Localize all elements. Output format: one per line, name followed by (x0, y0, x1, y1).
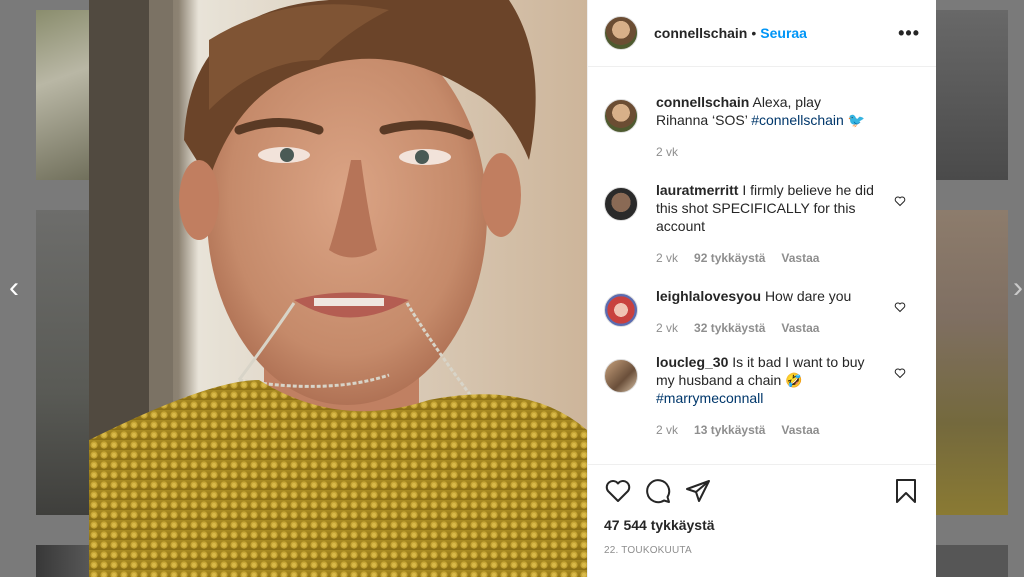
share-button[interactable] (684, 477, 712, 505)
caption-username[interactable]: connellschain (656, 94, 749, 110)
comment-button[interactable] (644, 477, 672, 505)
separator-dot: • (751, 25, 757, 41)
comments-list: connellschain Alexa, play Rihanna ‘SOS’ … (588, 67, 936, 464)
feed-thumbnail (936, 10, 1008, 180)
likes-count[interactable]: 47 544 tykkäystä (604, 517, 920, 533)
comment-hashtag[interactable]: #marrymeconnall (656, 390, 763, 406)
post-photo (89, 0, 587, 577)
comment-time[interactable]: 2 vk (656, 249, 678, 267)
heart-icon[interactable] (894, 301, 906, 313)
previous-post-arrow[interactable]: ‹ (4, 273, 24, 303)
avatar[interactable] (604, 359, 638, 393)
feed-thumbnail (936, 210, 1008, 515)
comment-username[interactable]: loucleg_30 (656, 354, 728, 370)
heart-icon[interactable] (894, 195, 906, 207)
post-modal: connellschain • Seuraa ••• connellschain… (89, 0, 936, 577)
comment-username[interactable]: lauratmerritt (656, 182, 738, 198)
reply-button[interactable]: Vastaa (781, 319, 819, 337)
share-icon (686, 480, 710, 502)
list-item: loucleg_30 Is it bad I want to buy my hu… (604, 353, 920, 439)
post-date[interactable]: 22. TOUKOKUUTA (604, 545, 920, 556)
feed-thumbnail (36, 10, 96, 180)
comment-likes[interactable]: 32 tykkäystä (694, 319, 765, 337)
post-header: connellschain • Seuraa ••• (588, 0, 936, 67)
comment-text: How dare you (764, 288, 852, 304)
reply-button[interactable]: Vastaa (781, 421, 819, 439)
comment-time[interactable]: 2 vk (656, 421, 678, 439)
feed-thumbnail (936, 545, 1008, 577)
reply-button[interactable]: Vastaa (781, 249, 819, 267)
caption-emoji: 🐦 (847, 112, 866, 128)
follow-button[interactable]: Seuraa (760, 25, 807, 41)
heart-icon (605, 480, 631, 502)
more-options-icon[interactable]: ••• (898, 24, 920, 42)
avatar[interactable] (604, 16, 638, 50)
heart-icon[interactable] (894, 367, 906, 379)
avatar[interactable] (604, 187, 638, 221)
comment-icon (646, 479, 671, 504)
save-button[interactable] (892, 477, 920, 505)
list-item: leighlalovesyou How dare you 2 vk 32 tyk… (604, 287, 920, 337)
caption-time[interactable]: 2 vk (656, 143, 678, 161)
comment-likes[interactable]: 13 tykkäystä (694, 421, 765, 439)
feed-thumbnail (36, 210, 96, 515)
feed-thumbnail (36, 545, 96, 577)
avatar[interactable] (604, 99, 638, 133)
caption: connellschain Alexa, play Rihanna ‘SOS’ … (604, 93, 920, 161)
comment-time[interactable]: 2 vk (656, 319, 678, 337)
list-item: lauratmerritt I firmly believe he did th… (604, 181, 920, 267)
comment-username[interactable]: leighlalovesyou (656, 288, 761, 304)
next-post-arrow[interactable]: › (1008, 273, 1024, 303)
post-actions: 47 544 tykkäystä 22. TOUKOKUUTA (588, 464, 936, 556)
like-button[interactable] (604, 477, 632, 505)
caption-hashtag[interactable]: #connellschain (751, 112, 844, 128)
portrait-image (89, 0, 587, 577)
post-sidebar: connellschain • Seuraa ••• connellschain… (587, 0, 936, 577)
comment-likes[interactable]: 92 tykkäystä (694, 249, 765, 267)
avatar[interactable] (604, 293, 638, 327)
owner-username[interactable]: connellschain (654, 25, 747, 41)
bookmark-icon (896, 479, 916, 503)
